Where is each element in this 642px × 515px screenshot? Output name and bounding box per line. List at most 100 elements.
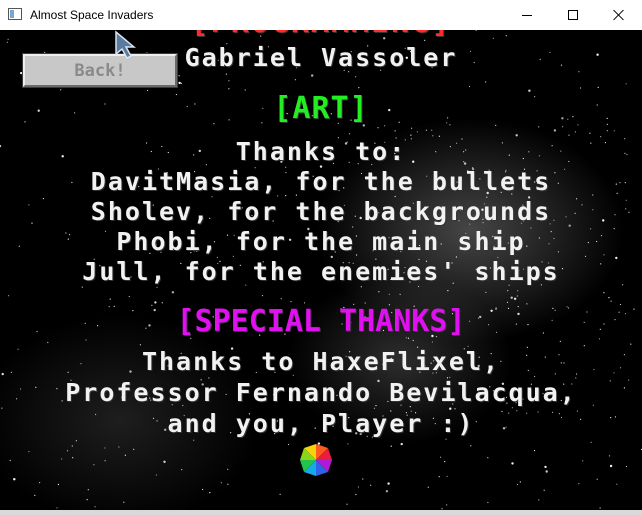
star [61, 458, 63, 460]
star [370, 484, 372, 486]
art-credit-line: Sholev, for the backgrounds [90, 197, 552, 226]
star [578, 483, 580, 485]
star [225, 73, 227, 75]
star [545, 470, 548, 473]
maximize-button[interactable] [550, 0, 596, 30]
star [228, 88, 230, 90]
window-title: Almost Space Invaders [30, 8, 154, 22]
art-credit-line: Jull, for the enemies' ships [82, 257, 560, 286]
mouse-cursor-icon [115, 30, 136, 59]
star [349, 133, 351, 135]
star [387, 482, 390, 485]
star [384, 125, 386, 127]
star [154, 301, 157, 304]
star [438, 476, 440, 478]
star [163, 460, 166, 463]
haxeflixel-logo-icon [300, 444, 332, 476]
star [511, 462, 514, 465]
star [487, 501, 489, 504]
art-credit-line: DavitMasia, for the bullets [90, 167, 552, 196]
window-titlebar: Almost Space Invaders [0, 0, 642, 30]
star [72, 457, 74, 459]
star [209, 492, 211, 494]
star [128, 295, 130, 298]
star [390, 445, 392, 447]
star [87, 489, 89, 491]
star [93, 464, 95, 466]
star [155, 474, 157, 476]
star [559, 340, 561, 342]
art-heading: [ART] [273, 91, 369, 126]
minimize-button[interactable] [504, 0, 550, 30]
star [619, 303, 622, 306]
star [171, 291, 175, 294]
star [34, 494, 36, 496]
star [568, 134, 570, 136]
star [66, 450, 69, 452]
star [412, 339, 414, 342]
star [139, 344, 141, 346]
star [109, 298, 111, 300]
star [227, 483, 229, 485]
star [553, 129, 557, 132]
star [71, 445, 73, 447]
star [147, 89, 149, 92]
star [8, 295, 10, 297]
star [228, 80, 230, 82]
star [410, 134, 412, 136]
star [447, 290, 449, 292]
close-button[interactable] [596, 0, 642, 30]
star [377, 127, 379, 129]
star [394, 130, 396, 132]
star [104, 447, 106, 449]
star [543, 489, 545, 491]
star [616, 483, 618, 485]
star [347, 443, 349, 445]
star [57, 483, 60, 486]
star [355, 76, 357, 78]
star [544, 465, 547, 469]
star [357, 486, 359, 488]
star [400, 442, 403, 446]
special-thanks-line: and you, Player :) [167, 409, 475, 438]
star [446, 504, 448, 506]
star [608, 455, 611, 457]
star [220, 482, 222, 484]
star [440, 456, 442, 458]
star [538, 499, 540, 501]
star [355, 493, 357, 496]
star [609, 464, 613, 468]
star [577, 124, 579, 126]
star [202, 488, 204, 491]
star [597, 86, 599, 88]
star [279, 493, 281, 495]
star [290, 301, 292, 303]
star [227, 468, 229, 470]
star [606, 130, 609, 132]
star [589, 132, 591, 134]
game-canvas: [PROGRAMMING] Back! Gabriel Vassoler [AR… [0, 30, 642, 510]
star [193, 439, 195, 441]
special-thanks-line: Professor Fernando Bevilacqua, [65, 378, 577, 407]
star [487, 457, 489, 459]
special-thanks-line: Thanks to HaxeFlixel, [141, 347, 501, 376]
star [9, 459, 11, 462]
star [311, 74, 314, 77]
star [385, 490, 389, 493]
star [123, 501, 125, 503]
star [261, 295, 264, 297]
star [507, 290, 509, 292]
star [378, 291, 380, 293]
star [94, 506, 96, 508]
art-credit-line: Thanks to: [235, 137, 407, 166]
star [513, 297, 517, 300]
star [444, 461, 446, 463]
star [431, 341, 433, 343]
star [60, 89, 62, 91]
star [75, 440, 77, 442]
minimize-icon [522, 14, 532, 16]
star [47, 341, 49, 344]
star [104, 460, 106, 462]
star [562, 126, 564, 128]
star [178, 75, 180, 77]
